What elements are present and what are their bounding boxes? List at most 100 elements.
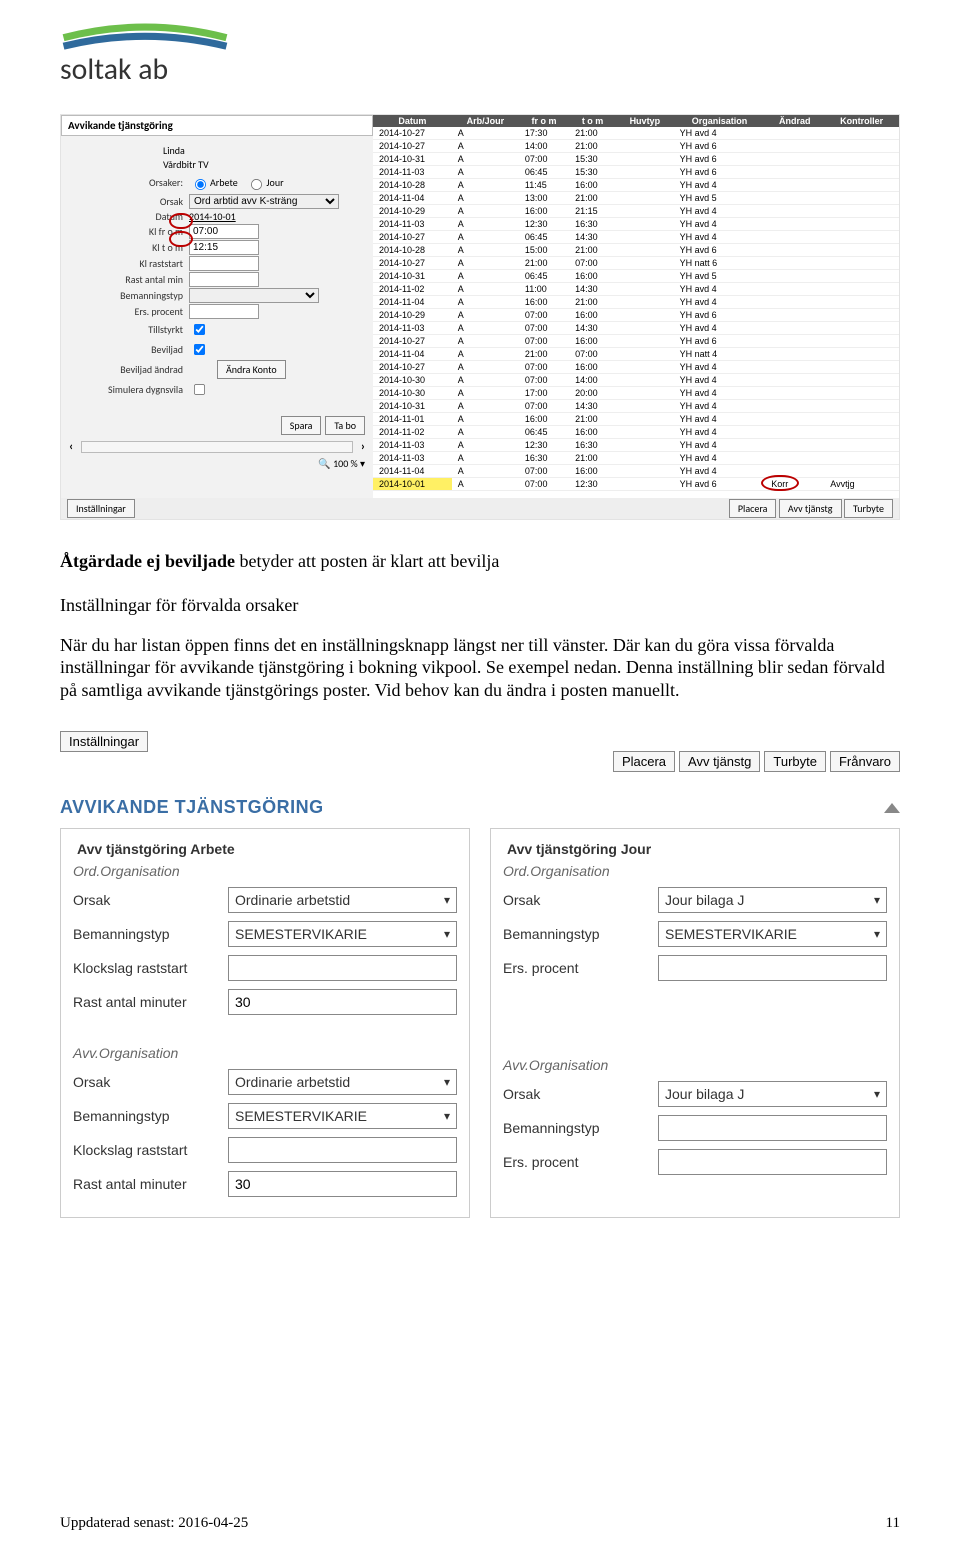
instal-bottom-btn[interactable]: Inställningar [67, 499, 135, 518]
scroll-right-icon[interactable]: › [361, 440, 365, 454]
section-heading: Inställningar för förvalda orsaker [60, 595, 900, 616]
beman-j2-label: Bemanningstyp [503, 1120, 658, 1136]
orsak-j-select[interactable]: Jour bilaga J▾ [658, 887, 887, 913]
table-row[interactable]: 2014-10-28A15:0021:00YH avd 6 [373, 244, 899, 257]
table-row[interactable]: 2014-10-27A07:0016:00YH avd 4 [373, 361, 899, 374]
beman-a-select[interactable]: SEMESTERVIKARIE▾ [228, 921, 457, 947]
table-row[interactable]: 2014-11-03A12:3016:30YH avd 4 [373, 218, 899, 231]
table-row[interactable]: 2014-11-03A12:3016:30YH avd 4 [373, 439, 899, 452]
th-andrad: Ändrad [765, 115, 824, 127]
table-row[interactable]: 2014-11-03A06:4515:30YH avd 6 [373, 166, 899, 179]
table-row[interactable]: 2014-11-03A07:0014:30YH avd 4 [373, 322, 899, 335]
table-row[interactable]: 2014-10-27A14:0021:00YH avd 6 [373, 140, 899, 153]
chevron-down-icon: ▾ [444, 1075, 450, 1089]
tabort-btn[interactable]: Ta bo [325, 416, 365, 435]
th-huvtyp: Huvtyp [616, 115, 674, 127]
ordorg-a: Ord.Organisation [73, 863, 457, 879]
placera-btn[interactable]: Placera [613, 751, 675, 772]
tillstyrkt-checkbox[interactable] [194, 324, 205, 335]
table-row[interactable]: 2014-11-01A16:0021:00YH avd 4 [373, 413, 899, 426]
th-arbjour: Arb/Jour [452, 115, 519, 127]
table-row[interactable]: 2014-10-27A21:0007:00YH natt 6 [373, 257, 899, 270]
table-row[interactable]: 2014-11-04A07:0016:00YH avd 4 [373, 465, 899, 478]
table-row[interactable]: 2014-10-31A06:4516:00YH avd 5 [373, 270, 899, 283]
avvtjanstg-btn[interactable]: Avv tjänstg [779, 499, 842, 518]
klfrom-input[interactable] [189, 224, 259, 239]
th-kontroller: Kontroller [824, 115, 899, 127]
orsak-radio-jour[interactable] [251, 178, 262, 189]
turbyte-btn[interactable]: Turbyte [764, 751, 826, 772]
ers-j2-input[interactable] [658, 1149, 887, 1175]
beman-a2-select[interactable]: SEMESTERVIKARIE▾ [228, 1103, 457, 1129]
screenshot-1: Avvikande tjänstgöring Linda Vårdbitr TV… [60, 114, 900, 520]
datum-value: 2014-10-01 [189, 210, 236, 223]
klock-a-label: Klockslag raststart [73, 960, 228, 976]
chevron-down-icon: ▾ [444, 927, 450, 941]
table-row[interactable]: 2014-10-31A07:0015:30YH avd 6 [373, 153, 899, 166]
orsak-select[interactable]: Ord arbtid avv K-sträng [189, 194, 339, 209]
rast-a-label: Rast antal minuter [73, 994, 228, 1010]
table-row[interactable]: 2014-10-31A07:0014:30YH avd 4 [373, 400, 899, 413]
table-row[interactable]: 2014-10-28A11:4516:00YH avd 4 [373, 179, 899, 192]
simulera-checkbox[interactable] [194, 384, 205, 395]
scrollbar[interactable] [81, 441, 353, 453]
table-row[interactable]: 2014-10-27A06:4514:30YH avd 4 [373, 231, 899, 244]
table-row[interactable]: 2014-10-27A07:0016:00YH avd 6 [373, 335, 899, 348]
table-row-summary: 2014-10-01A07:0012:30YH avd 6KorrAvvtjg [373, 478, 899, 491]
avvtjanstg-btn[interactable]: Avv tjänstg [679, 751, 760, 772]
logo: soltak ab [60, 22, 240, 86]
table-row[interactable]: 2014-11-02A11:0014:30YH avd 4 [373, 283, 899, 296]
klock-a2-label: Klockslag raststart [73, 1142, 228, 1158]
table-row[interactable]: 2014-10-29A07:0016:00YH avd 6 [373, 309, 899, 322]
legend-arbete: Avv tjänstgöring Arbete [73, 841, 239, 857]
chevron-down-icon: ▾ [874, 1087, 880, 1101]
chevron-down-icon: ▾ [874, 893, 880, 907]
orsak-j2-select[interactable]: Jour bilaga J▾ [658, 1081, 887, 1107]
table-row[interactable]: 2014-11-04A13:0021:00YH avd 5 [373, 192, 899, 205]
table-row[interactable]: 2014-10-29A16:0021:15YH avd 4 [373, 205, 899, 218]
table-row[interactable]: 2014-11-04A21:0007:00YH natt 4 [373, 348, 899, 361]
ers-j-input[interactable] [658, 955, 887, 981]
turbyte-btn[interactable]: Turbyte [844, 499, 893, 518]
spara-btn[interactable]: Spara [281, 416, 322, 435]
placera-btn[interactable]: Placera [729, 499, 777, 518]
klraststart-input[interactable] [189, 256, 259, 271]
ers-j2-label: Ers. procent [503, 1154, 658, 1170]
rast-a-input[interactable] [228, 989, 457, 1015]
annotation-ellipse [169, 213, 193, 229]
table-row[interactable]: 2014-11-02A06:4516:00YH avd 4 [373, 426, 899, 439]
orsak-radio-arbete[interactable] [195, 178, 206, 189]
klraststart-label: Kl raststart [69, 257, 189, 270]
instal-btn[interactable]: Inställningar [60, 731, 148, 752]
beman-a2-label: Bemanningstyp [73, 1108, 228, 1124]
kltom-input[interactable] [189, 240, 259, 255]
orsaker-label: Orsaker: [69, 176, 189, 189]
table-row[interactable]: 2014-11-04A16:0021:00YH avd 4 [373, 296, 899, 309]
table-row[interactable]: 2014-10-27A17:3021:00YH avd 4 [373, 127, 899, 140]
ersprocent-label: Ers. procent [69, 305, 189, 318]
beman-select[interactable] [189, 288, 319, 303]
beman-j-select[interactable]: SEMESTERVIKARIE▾ [658, 921, 887, 947]
rast-a2-input[interactable] [228, 1171, 457, 1197]
body-paragraph-2: När du har listan öppen finns det en ins… [60, 634, 900, 702]
klock-a2-input[interactable] [228, 1137, 457, 1163]
beviljad-checkbox[interactable] [194, 344, 205, 355]
orsak-a-label: Orsak [73, 892, 228, 908]
orsak-a-select[interactable]: Ordinarie arbetstid▾ [228, 887, 457, 913]
table-row[interactable]: 2014-10-30A17:0020:00YH avd 4 [373, 387, 899, 400]
ersprocent-input[interactable] [189, 304, 259, 319]
chevron-down-icon: ▾ [444, 1109, 450, 1123]
orsak-a2-select[interactable]: Ordinarie arbetstid▾ [228, 1069, 457, 1095]
subtitle-value: Vårdbitr TV [163, 158, 209, 171]
klock-a-input[interactable] [228, 955, 457, 981]
table-row[interactable]: 2014-11-03A16:3021:00YH avd 4 [373, 452, 899, 465]
andra-konto-btn[interactable]: Ändra Konto [217, 360, 286, 379]
collapse-icon[interactable] [884, 803, 900, 813]
table-row[interactable]: 2014-10-30A07:0014:00YH avd 4 [373, 374, 899, 387]
scroll-left-icon[interactable]: ‹ [69, 440, 73, 454]
beman-label: Bemanningstyp [69, 289, 189, 302]
zoom-value: 100 % [333, 457, 358, 470]
beman-j2-select[interactable]: SEMESTERVIKARIE▾ [658, 1115, 887, 1141]
franvaro-btn[interactable]: Frånvaro [830, 751, 900, 772]
rastantal-input[interactable] [189, 272, 259, 287]
